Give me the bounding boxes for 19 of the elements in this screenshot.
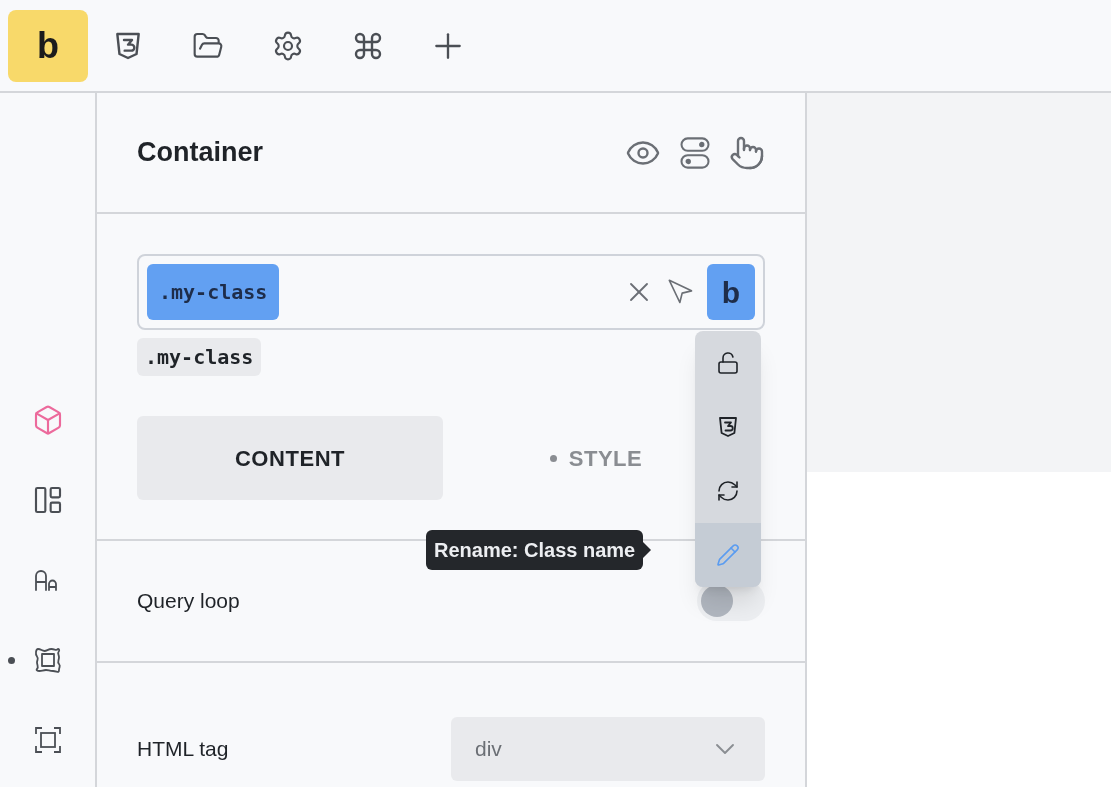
query-loop-label: Query loop [137, 588, 241, 615]
logo-button[interactable]: b [8, 9, 88, 82]
class-tag: .my-class [137, 338, 262, 376]
settings-icon [272, 29, 304, 62]
tooltip-arrow-icon [643, 542, 652, 558]
panel-title: Container [137, 136, 264, 170]
pencil-icon [716, 543, 740, 567]
cursor-arrow-icon[interactable] [667, 278, 695, 306]
class-input-field[interactable]: .my-class b [137, 254, 765, 330]
html-tag-select[interactable]: div [451, 717, 765, 781]
class-chip[interactable]: .my-class [147, 264, 280, 320]
panel-tab[interactable]: CONTENT [137, 416, 443, 500]
refresh-icon [716, 479, 740, 503]
unlock-icon [716, 351, 740, 375]
html-tag-label: HTML tag [137, 736, 230, 763]
brand-button[interactable]: b [707, 264, 755, 320]
tooltip: Rename: Class name [426, 530, 644, 570]
tap-icon[interactable] [729, 134, 765, 171]
css3-icon [716, 415, 740, 439]
